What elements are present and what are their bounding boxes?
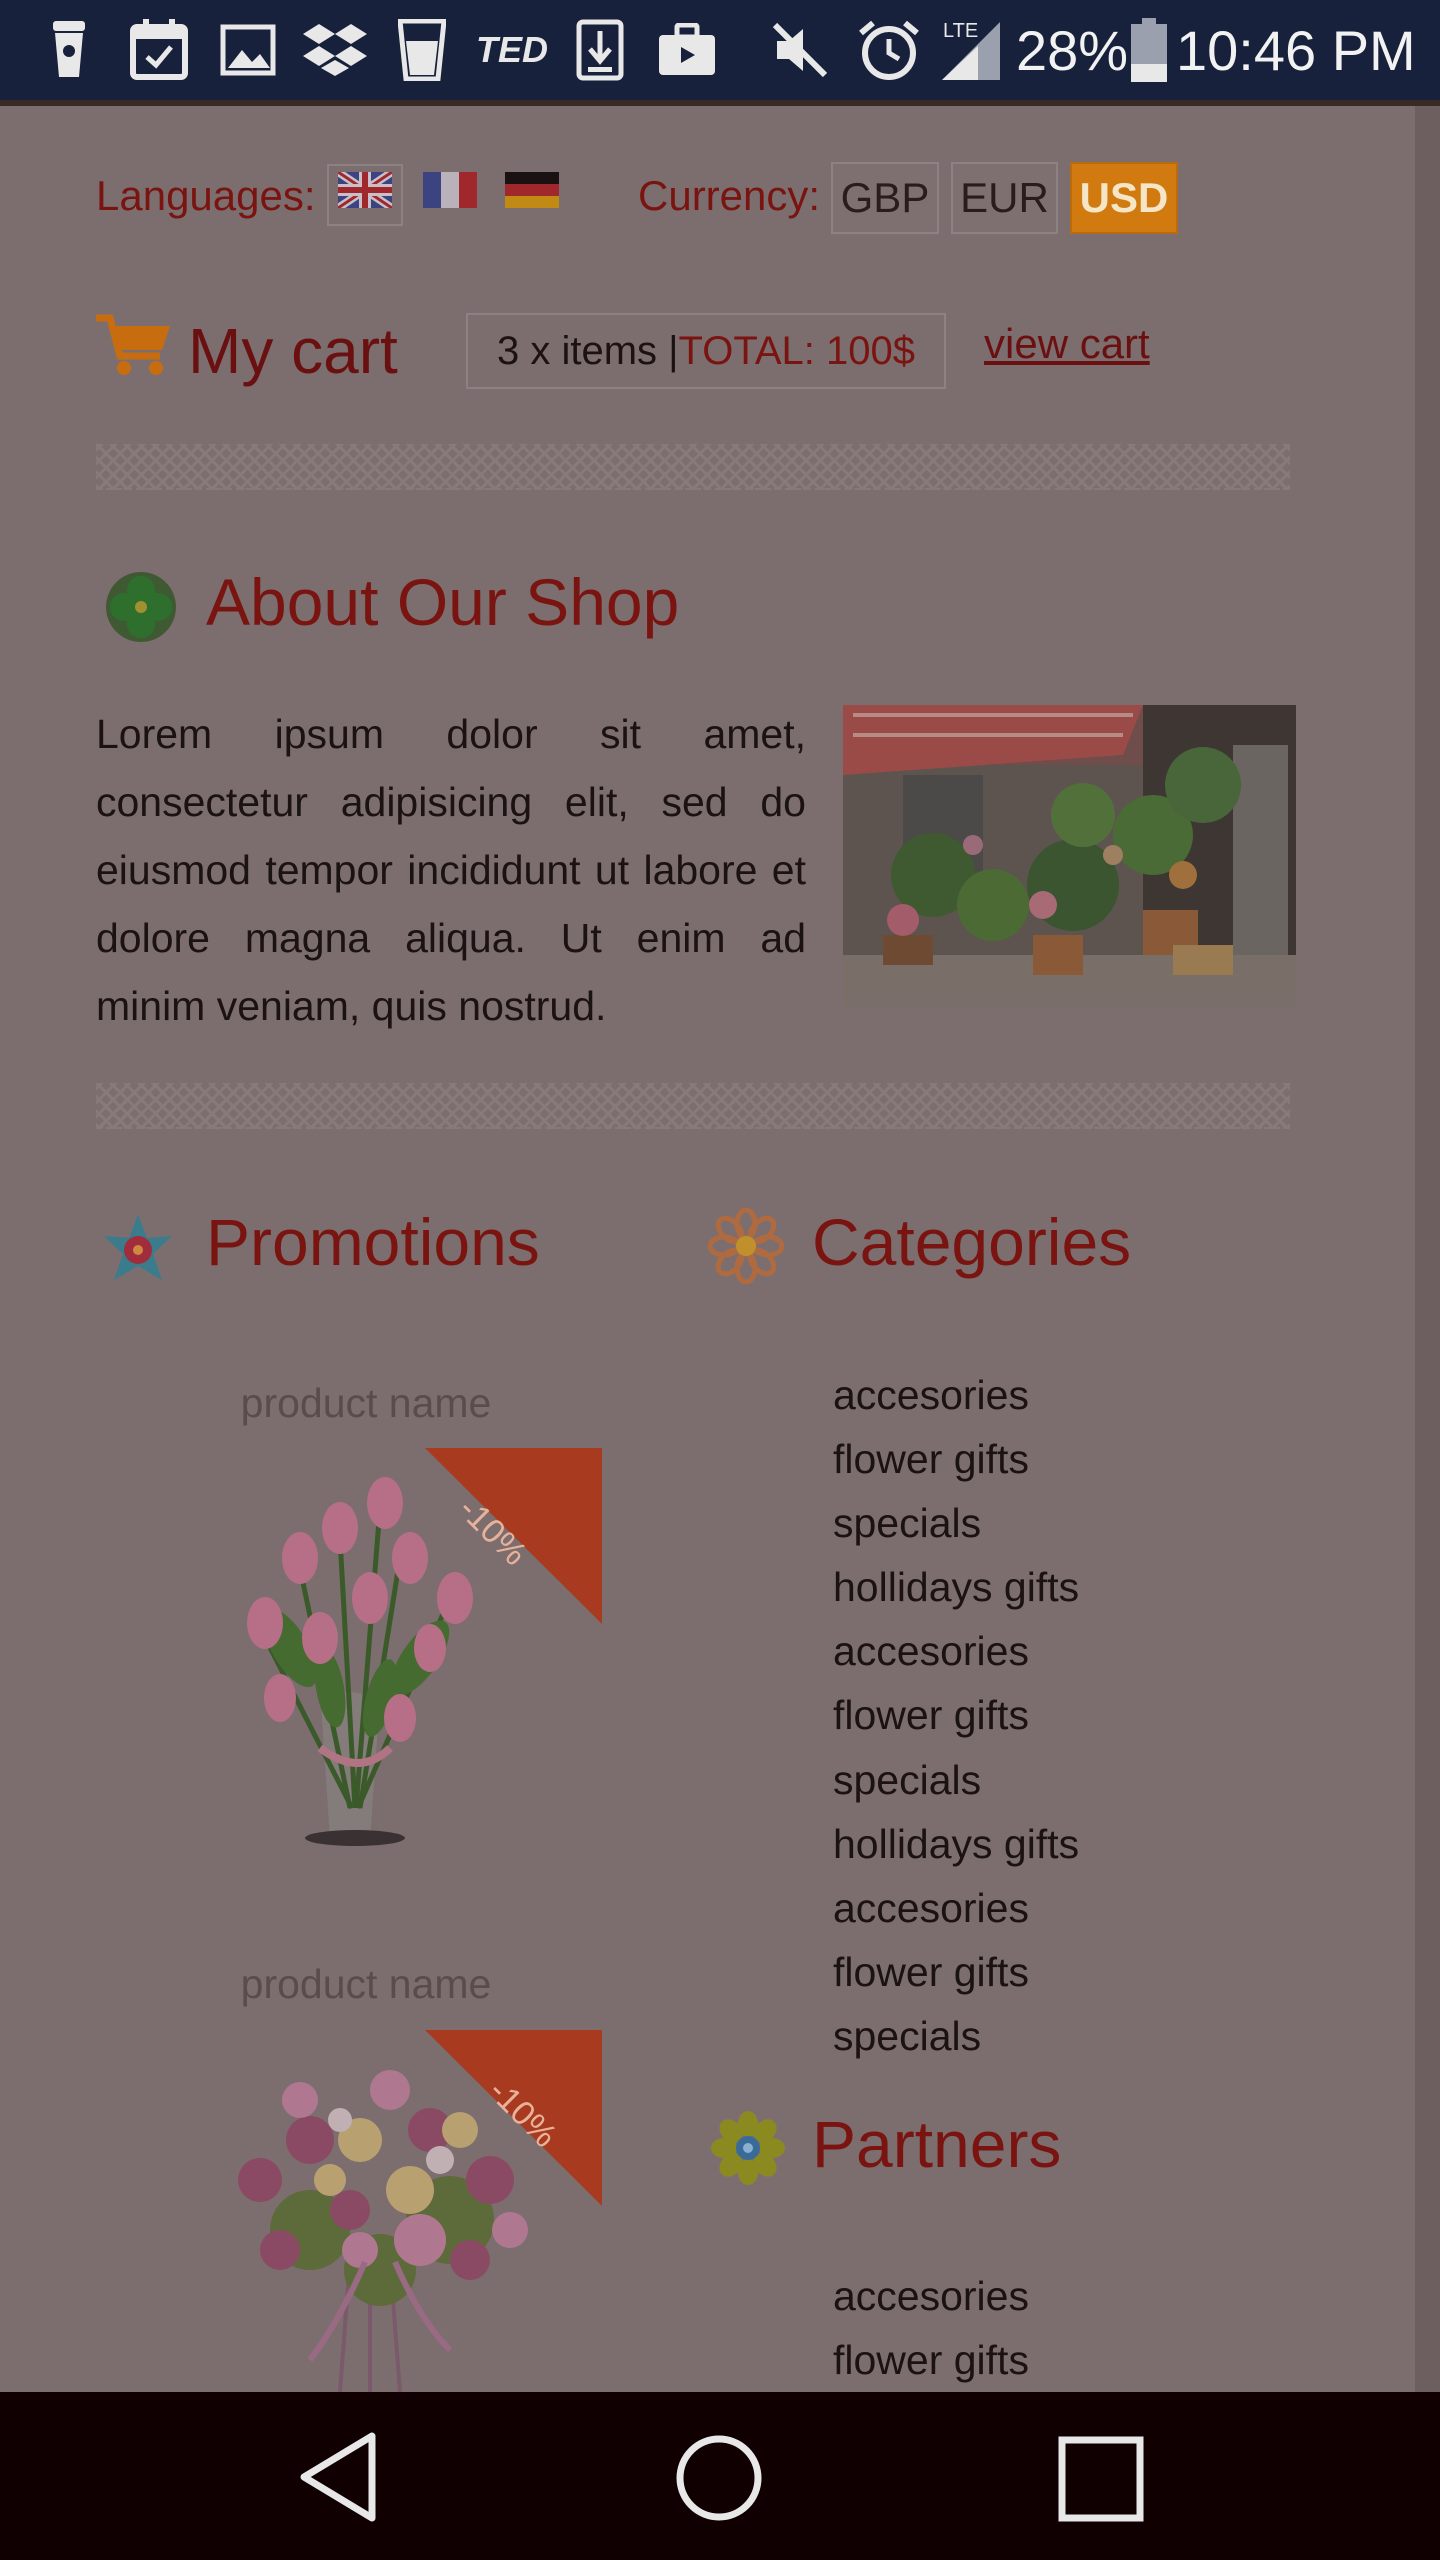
currency-gbp-button[interactable]: GBP bbox=[831, 162, 939, 234]
partner-link[interactable]: flower gifts bbox=[833, 2337, 1029, 2384]
category-link[interactable]: specials bbox=[833, 1500, 981, 1547]
about-text: Lorem ipsum dolor sit amet, consectetur … bbox=[96, 711, 806, 1029]
status-bar: TED LTE 28% 10:46 PM bbox=[0, 0, 1440, 100]
category-link[interactable]: accesories bbox=[833, 1628, 1029, 1675]
coffee-cup-icon bbox=[44, 18, 94, 82]
category-link[interactable]: accesories bbox=[833, 1885, 1029, 1932]
uk-flag-icon[interactable] bbox=[335, 168, 395, 212]
germany-flag-icon[interactable] bbox=[505, 172, 559, 208]
view-cart-link[interactable]: view cart bbox=[984, 320, 1150, 368]
currency-usd-button[interactable]: USD bbox=[1070, 162, 1178, 234]
cart-title: My cart bbox=[188, 315, 398, 387]
categories-title: Categories bbox=[812, 1205, 1132, 1279]
product-name[interactable]: product name bbox=[166, 1380, 566, 1427]
home-icon[interactable] bbox=[675, 2434, 763, 2522]
france-flag-icon[interactable] bbox=[423, 172, 477, 208]
gallery-icon bbox=[218, 18, 278, 82]
category-link[interactable]: flower gifts bbox=[833, 1436, 1029, 1483]
category-link[interactable]: accesories bbox=[833, 1372, 1029, 1419]
divider bbox=[96, 1083, 1290, 1129]
glass-icon bbox=[396, 18, 448, 82]
about-title: About Our Shop bbox=[206, 565, 680, 639]
mute-icon bbox=[770, 18, 830, 82]
briefcase-icon bbox=[656, 18, 718, 82]
navigation-bar bbox=[0, 2392, 1440, 2560]
ted-icon: TED bbox=[476, 29, 548, 70]
cart-total: TOTAL: 100$ bbox=[678, 328, 915, 373]
product-card[interactable] bbox=[220, 1448, 602, 1846]
divider bbox=[96, 444, 1290, 490]
category-link[interactable]: hollidays gifts bbox=[833, 1821, 1079, 1868]
partners-title: Partners bbox=[812, 2107, 1062, 2181]
category-link[interactable]: specials bbox=[833, 1757, 981, 1804]
clock: 10:46 PM bbox=[1176, 18, 1416, 82]
partner-link[interactable]: accesories bbox=[833, 2273, 1029, 2320]
calendar-icon bbox=[128, 18, 190, 82]
product-name[interactable]: product name bbox=[166, 1961, 566, 2008]
scrollbar[interactable] bbox=[1415, 106, 1440, 2392]
category-link[interactable]: hollidays gifts bbox=[833, 1564, 1079, 1611]
category-link[interactable]: flower gifts bbox=[833, 1692, 1029, 1739]
shop-photo bbox=[843, 705, 1296, 1007]
network-type: LTE bbox=[943, 20, 979, 42]
daisy-icon bbox=[707, 1207, 785, 1285]
cart-summary: 3 x items | TOTAL: 100$ bbox=[466, 313, 946, 389]
clover-icon bbox=[104, 570, 178, 644]
recents-icon[interactable] bbox=[1058, 2436, 1144, 2522]
download-icon bbox=[574, 18, 626, 82]
currency-eur-button[interactable]: EUR bbox=[951, 162, 1058, 234]
dropbox-icon bbox=[302, 18, 368, 82]
sunflower-icon bbox=[710, 2110, 786, 2186]
star-flower-icon bbox=[100, 1210, 176, 1286]
alarm-icon bbox=[856, 18, 922, 82]
category-link[interactable]: specials bbox=[833, 2013, 981, 2060]
currency-label: Currency: bbox=[638, 172, 821, 219]
languages-label: Languages: bbox=[96, 172, 316, 219]
back-icon[interactable] bbox=[296, 2430, 380, 2524]
battery-icon bbox=[1130, 18, 1168, 82]
cart-icon bbox=[94, 312, 172, 378]
promotions-title: Promotions bbox=[206, 1205, 540, 1279]
category-link[interactable]: flower gifts bbox=[833, 1949, 1029, 1996]
product-card[interactable] bbox=[190, 2030, 602, 2392]
cart-items-text: 3 x items | bbox=[497, 328, 679, 373]
battery-percent: 28% bbox=[1016, 18, 1129, 82]
